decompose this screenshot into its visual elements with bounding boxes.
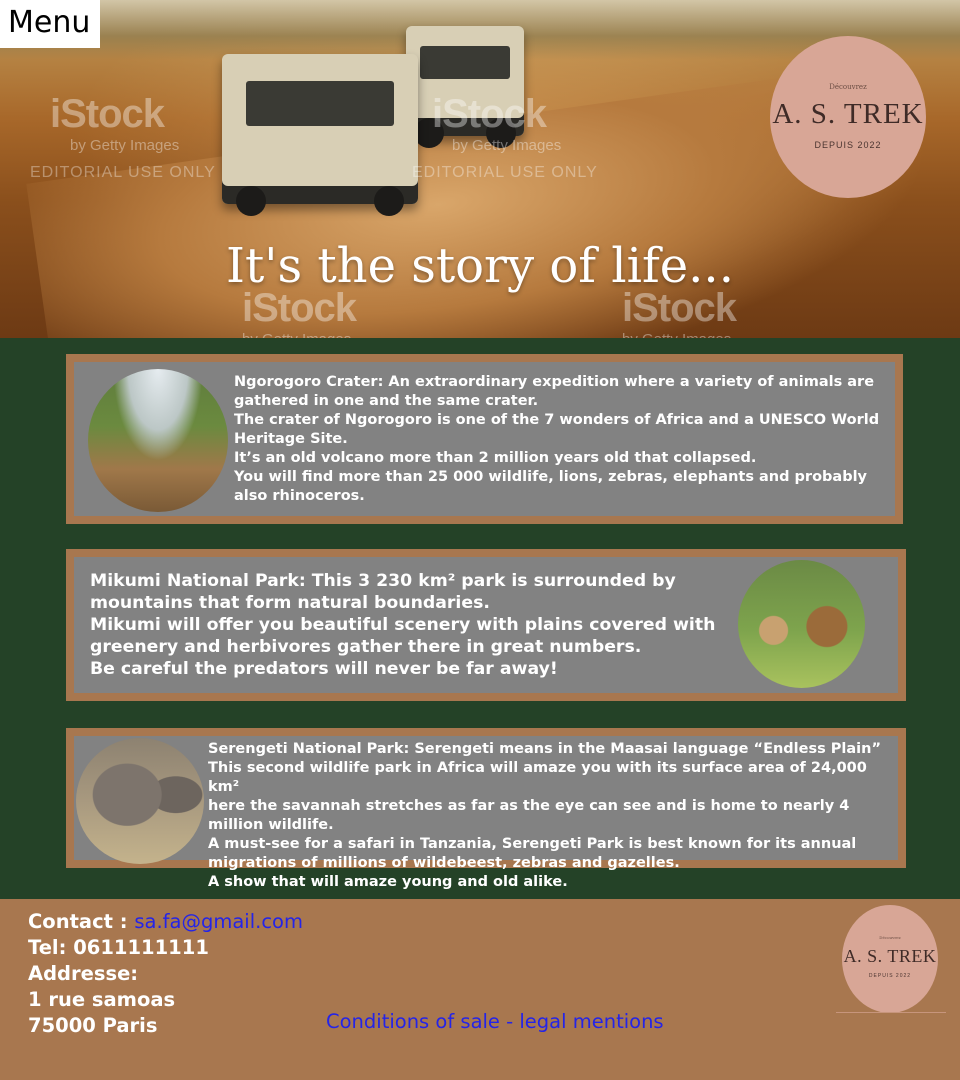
lions-photo <box>738 560 865 688</box>
logo-kicker: Découvrez <box>879 935 901 940</box>
logo-since: DEPUIS 2022 <box>868 973 912 979</box>
footer-brand-logo: Découvrez A. S. TREK DEPUIS 2022 <box>842 905 938 1013</box>
contact-block: Contact : sa.fa@gmail.com Tel: 061111111… <box>28 909 303 1039</box>
logo-underline <box>836 1012 946 1013</box>
logo-since: DEPUIS 2022 <box>814 140 882 150</box>
giraffes-zebras-photo <box>88 369 228 512</box>
card-text-line: It’s an old volcano more than 2 million … <box>234 450 757 466</box>
card-text-line: A must-see for a safari in Tanzania, Ser… <box>208 836 857 871</box>
card-text-line: Mikumi will offer you beautiful scenery … <box>90 615 716 657</box>
watermark: iStockby Getty Images <box>432 92 562 154</box>
elephants-photo <box>76 738 204 864</box>
card-text-line: You will find more than 25 000 wildlife,… <box>234 469 868 504</box>
logo-name: A. S. TREK <box>843 946 937 966</box>
card-description: Serengeti National Park: Serengeti means… <box>208 740 898 892</box>
menu-button[interactable]: Menu <box>0 0 100 48</box>
destination-card-mikumi: Mikumi National Park: This 3 230 km² par… <box>66 549 906 701</box>
watermark: iStockby Getty Images <box>50 92 180 154</box>
contact-line: Contact : sa.fa@gmail.com <box>28 909 303 935</box>
card-text-line: The crater of Ngorogoro is one of the 7 … <box>234 412 880 447</box>
watermark-editorial: EDITORIAL USE ONLY <box>412 164 598 181</box>
hero-title: It's the story of life... <box>226 238 734 294</box>
logo-name: A. S. TREK <box>772 98 924 130</box>
card-text-line: Be careful the predators will never be f… <box>90 659 558 679</box>
card-text-line: This second wildlife park in Africa will… <box>208 760 867 795</box>
contact-label: Contact : <box>28 910 128 933</box>
card-description: Mikumi National Park: This 3 230 km² par… <box>90 570 740 680</box>
destination-card-ngorongoro: Ngorogoro Crater: An extraordinary exped… <box>66 354 903 524</box>
email-link[interactable]: sa.fa@gmail.com <box>134 910 303 933</box>
card-text-line: Ngorogoro Crater: An extraordinary exped… <box>234 374 875 409</box>
destination-card-serengeti: Serengeti National Park: Serengeti means… <box>66 728 906 890</box>
address-city: 75000 Paris <box>28 1014 158 1037</box>
logo-kicker: Découvrez <box>829 83 867 91</box>
brand-logo: Découvrez A. S. TREK DEPUIS 2022 <box>770 36 926 198</box>
safari-jeep-front <box>222 54 418 216</box>
card-text-line: Mikumi National Park: This 3 230 km² par… <box>90 571 676 613</box>
card-description: Ngorogoro Crater: An extraordinary exped… <box>234 373 884 506</box>
footer: Contact : sa.fa@gmail.com Tel: 061111111… <box>0 899 960 1080</box>
phone-number: Tel: 0611111111 <box>28 936 209 959</box>
card-text-line: here the savannah stretches as far as th… <box>208 798 850 833</box>
legal-mentions-link[interactable]: Conditions of sale - legal mentions <box>326 1010 664 1033</box>
address-street: 1 rue samoas <box>28 988 176 1011</box>
card-text-line: Serengeti National Park: Serengeti means… <box>208 741 881 757</box>
hero-banner: iStock by Getty Images iStock by Getty Ima… <box>0 0 960 338</box>
watermark-editorial: EDITORIAL USE ONLY <box>30 164 216 181</box>
card-text-line: A show that will amaze young and old ali… <box>208 874 568 890</box>
address-label: Addresse: <box>28 962 139 985</box>
